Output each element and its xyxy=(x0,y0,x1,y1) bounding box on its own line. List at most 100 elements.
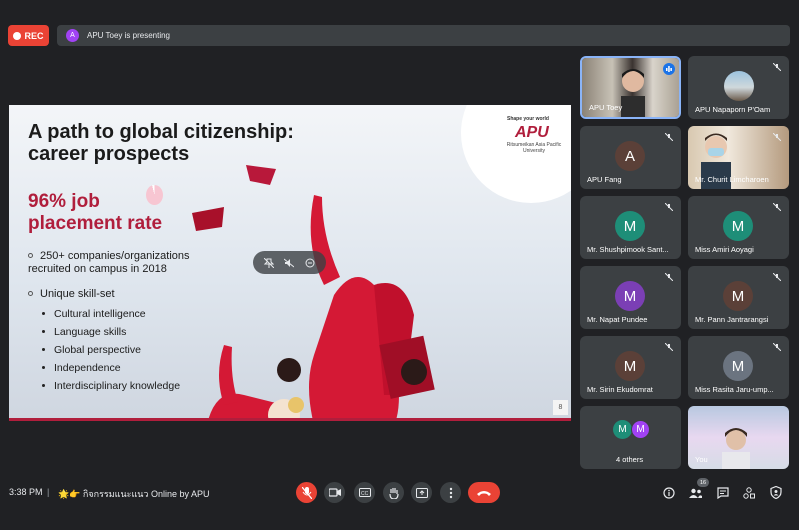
participant-avatar: A xyxy=(615,141,645,171)
remove-tile-icon[interactable] xyxy=(305,258,315,268)
captions-icon: CC xyxy=(358,488,371,497)
participant-name: Miss Rasita Jaru-ump... xyxy=(695,385,774,394)
presenter-avatar: A xyxy=(66,29,79,42)
more-options-button[interactable] xyxy=(440,482,461,503)
more-vert-icon xyxy=(449,487,452,498)
participant-avatar: M xyxy=(723,351,753,381)
presenting-text: APU Toey is presenting xyxy=(87,31,171,40)
mic-off-icon xyxy=(665,273,673,281)
skill-item: Cultural intelligence xyxy=(42,308,146,320)
captions-button[interactable]: CC xyxy=(354,482,375,503)
participant-tile[interactable]: M Miss Amiri Aoyagi xyxy=(688,196,789,259)
placement-stat-line2: placement rate xyxy=(28,213,163,234)
activities-button[interactable] xyxy=(742,486,755,499)
activities-icon xyxy=(742,486,755,499)
mic-off-icon xyxy=(665,203,673,211)
participant-avatar: M xyxy=(615,281,645,311)
people-count-badge: 16 xyxy=(697,478,709,487)
mic-off-icon xyxy=(773,203,781,211)
camera-icon xyxy=(328,488,341,497)
skill-text: Global perspective xyxy=(54,344,141,356)
clock: 3:38 PM xyxy=(9,487,43,497)
bullet-text: Unique skill-set xyxy=(40,288,115,300)
apu-logo: APU xyxy=(515,124,549,141)
participant-tile[interactable]: APU Toey xyxy=(580,56,681,119)
participant-name: APU Toey xyxy=(589,103,623,112)
others-tile[interactable]: M M 4 others xyxy=(580,406,681,469)
grad-cap-icon xyxy=(246,165,276,185)
hang-up-icon xyxy=(477,490,491,496)
mic-off-icon xyxy=(773,133,781,141)
meeting-title: 🌟👉 กิจกรรมแนะแนว Online by APU xyxy=(58,489,210,499)
participant-name: Mr. Pann Jantrarangsi xyxy=(695,315,769,324)
participant-avatar-photo xyxy=(724,71,754,101)
recording-badge[interactable]: REC xyxy=(8,25,49,46)
participant-tile[interactable]: APU Napaporn P'Oam xyxy=(688,56,789,119)
participant-name: Mr. Napat Pundee xyxy=(587,315,648,324)
bullet-text: 250+ companies/organizations recruited o… xyxy=(28,250,190,275)
mic-off-icon xyxy=(773,273,781,281)
participant-name: Mr. Sirin Ekudomrat xyxy=(587,385,653,394)
present-icon xyxy=(415,487,428,498)
participant-figure xyxy=(621,69,645,117)
participant-avatar: M xyxy=(615,211,645,241)
chat-icon xyxy=(716,486,729,499)
record-dot-icon xyxy=(13,31,22,40)
participant-tile[interactable]: Mr. Churit Limcharoen xyxy=(688,126,789,189)
mute-presentation-icon[interactable] xyxy=(284,258,295,268)
mic-toggle-button[interactable] xyxy=(296,482,317,503)
placement-stat: 96% job placement rate xyxy=(28,191,162,235)
slide-title: A path to global citizenship: career pro… xyxy=(28,121,294,165)
participant-tile[interactable]: M Mr. Pann Jantrarangsi xyxy=(688,266,789,329)
people-icon xyxy=(689,488,702,498)
chat-button[interactable] xyxy=(716,486,729,499)
mic-off-icon xyxy=(773,343,781,351)
participant-tile[interactable]: M Miss Rasita Jaru-ump... xyxy=(688,336,789,399)
participant-tile[interactable]: M Mr. Napat Pundee xyxy=(580,266,681,329)
participant-tile[interactable]: M Mr. Shushpimook Sant... xyxy=(580,196,681,259)
clock-time: 3:38 PM xyxy=(9,487,43,497)
people-button[interactable] xyxy=(689,486,702,499)
raise-hand-button[interactable] xyxy=(383,482,404,503)
host-controls-button[interactable] xyxy=(769,486,782,499)
leave-call-button[interactable] xyxy=(468,482,500,503)
skill-item: Independence xyxy=(42,362,121,374)
skill-item: Language skills xyxy=(42,326,126,338)
skill-text: Language skills xyxy=(54,326,127,338)
grad-cap-icon xyxy=(192,207,224,231)
presentation-banner[interactable]: A APU Toey is presenting xyxy=(57,25,790,46)
shield-icon xyxy=(769,486,782,499)
participant-avatar: M xyxy=(723,211,753,241)
svg-text:CC: CC xyxy=(361,491,369,497)
graduates-image xyxy=(192,165,435,418)
presentation-controls xyxy=(253,251,326,274)
participant-name: APU Napaporn P'Oam xyxy=(695,105,771,114)
circle-bullet-icon xyxy=(28,291,33,296)
participant-name: Mr. Shushpimook Sant... xyxy=(587,245,669,254)
participant-tile[interactable]: M Mr. Sirin Ekudomrat xyxy=(580,336,681,399)
participant-avatar: M xyxy=(631,420,650,439)
info-icon xyxy=(662,486,675,499)
pie-chart-icon xyxy=(146,185,163,205)
participant-name: Miss Amiri Aoyagi xyxy=(695,245,754,254)
camera-toggle-button[interactable] xyxy=(324,482,345,503)
meeting-details-button[interactable] xyxy=(662,486,675,499)
self-tile[interactable]: You xyxy=(688,406,789,469)
speaking-indicator-icon xyxy=(663,63,675,75)
present-screen-button[interactable] xyxy=(411,482,432,503)
participant-name: APU Fang xyxy=(587,175,622,184)
recording-label: REC xyxy=(24,30,44,41)
slide-page-number: 8 xyxy=(553,400,568,415)
self-figure xyxy=(722,428,750,469)
participant-avatar: M xyxy=(613,420,632,439)
participant-name: Mr. Churit Limcharoen xyxy=(695,175,769,184)
participant-avatar: M xyxy=(615,351,645,381)
skill-item: Interdisciplinary knowledge xyxy=(42,380,180,392)
bullet-skillset: Unique skill-set xyxy=(28,288,115,301)
mic-off-icon xyxy=(665,343,673,351)
participant-tile[interactable]: A APU Fang xyxy=(580,126,681,189)
pin-off-icon[interactable] xyxy=(264,257,275,268)
logo-tagline: Shape your world xyxy=(507,116,549,122)
others-count: 4 others xyxy=(616,455,644,464)
hand-icon xyxy=(388,487,399,499)
